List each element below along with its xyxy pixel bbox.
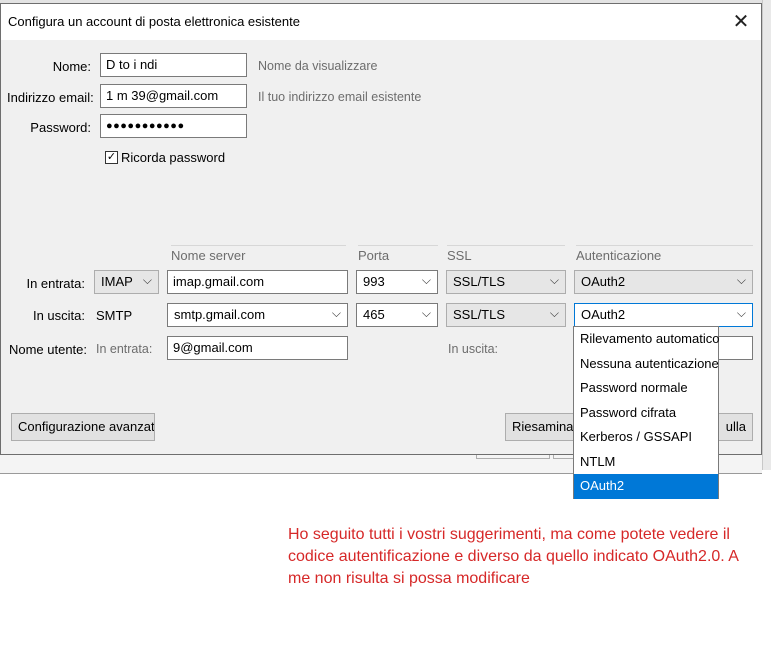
chevron-down-icon: ⌵ <box>421 273 431 287</box>
outgoing-port-select[interactable]: 465 ⌵ <box>356 303 438 327</box>
email-label: Indirizzo email: <box>7 90 94 105</box>
dialog-title: Configura un account di posta elettronic… <box>8 14 300 29</box>
header-divider <box>358 245 438 246</box>
incoming-protocol-value: IMAP <box>101 274 133 289</box>
header-divider <box>576 245 753 246</box>
outgoing-ssl-value: SSL/TLS <box>453 307 506 322</box>
background-button-edge <box>476 455 550 459</box>
auth-option[interactable]: Rilevamento automatico <box>574 327 719 352</box>
outgoing-ssl-select[interactable]: SSL/TLS ⌵ <box>446 303 566 327</box>
header-port: Porta <box>358 248 390 263</box>
email-hint: Il tuo indirizzo email esistente <box>258 90 422 104</box>
advanced-config-button[interactable]: Configurazione avanzata <box>11 413 155 441</box>
close-icon[interactable]: ✕ <box>727 8 755 36</box>
header-server: Nome server <box>171 248 246 263</box>
name-input[interactable]: D to i ndi <box>100 53 247 77</box>
header-auth: Autenticazione <box>576 248 662 263</box>
incoming-port-select[interactable]: 993 ⌵ <box>356 270 438 294</box>
auth-option[interactable]: Password cifrata <box>574 401 718 426</box>
outgoing-auth-select[interactable]: OAuth2 ⌵ <box>574 303 753 327</box>
incoming-auth-value: OAuth2 <box>581 274 626 289</box>
auth-dropdown-list[interactable]: Rilevamento automatico Nessuna autentica… <box>573 326 719 499</box>
remember-password-label: Ricorda password <box>121 150 226 165</box>
incoming-protocol-select[interactable]: IMAP ⌵ <box>94 270 159 294</box>
header-divider <box>447 245 565 246</box>
incoming-ssl-value: SSL/TLS <box>453 274 506 289</box>
name-label: Nome: <box>52 59 91 74</box>
chevron-down-icon: ⌵ <box>331 306 341 320</box>
chevron-down-icon: ⌵ <box>736 273 746 287</box>
username-incoming-label: In entrata: <box>96 342 153 356</box>
chevron-down-icon: ⌵ <box>736 306 746 320</box>
outgoing-server-select[interactable]: smtp.gmail.com ⌵ <box>167 303 348 327</box>
outgoing-label: In uscita: <box>32 308 85 323</box>
outgoing-auth-value: OAuth2 <box>581 307 626 322</box>
password-input[interactable]: ●●●●●●●●●●● <box>100 114 247 138</box>
chevron-down-icon: ⌵ <box>549 306 559 320</box>
auth-option[interactable]: Password normale <box>574 376 718 401</box>
outgoing-port-value: 465 <box>363 307 385 322</box>
chevron-down-icon: ⌵ <box>421 306 431 320</box>
incoming-auth-select[interactable]: OAuth2 ⌵ <box>574 270 753 294</box>
chevron-down-icon: ⌵ <box>142 273 152 287</box>
user-note: Ho seguito tutti i vostri suggerimenti, … <box>288 526 739 587</box>
outgoing-protocol: SMTP <box>96 308 133 323</box>
incoming-ssl-select[interactable]: SSL/TLS ⌵ <box>446 270 566 294</box>
background-window-edge <box>762 0 771 470</box>
auth-option[interactable]: NTLM <box>574 450 718 475</box>
header-ssl: SSL <box>447 248 472 263</box>
remember-password-checkbox[interactable]: ✓ <box>105 151 118 164</box>
outgoing-server-value: smtp.gmail.com <box>174 307 266 322</box>
dialog-titlebar: Configura un account di posta elettronic… <box>1 4 761 40</box>
name-hint: Nome da visualizzare <box>258 59 378 73</box>
incoming-label: In entrata: <box>26 276 85 291</box>
incoming-server-input[interactable]: imap.gmail.com <box>167 270 348 294</box>
username-incoming-input[interactable]: 9@gmail.com <box>167 336 348 360</box>
username-label: Nome utente: <box>8 342 87 357</box>
retest-button[interactable]: Riesaminare <box>505 413 575 441</box>
email-input[interactable]: 1 m 39@gmail.com <box>100 84 247 108</box>
header-divider <box>171 245 346 246</box>
incoming-port-value: 993 <box>363 274 385 289</box>
auth-option[interactable]: Kerberos / GSSAPI <box>574 425 718 450</box>
chevron-down-icon: ⌵ <box>549 273 559 287</box>
auth-option-selected[interactable]: OAuth2 <box>574 474 718 499</box>
auth-option[interactable]: Nessuna autenticazione <box>574 352 719 377</box>
password-label: Password: <box>30 120 91 135</box>
username-outgoing-label: In uscita: <box>448 342 499 356</box>
